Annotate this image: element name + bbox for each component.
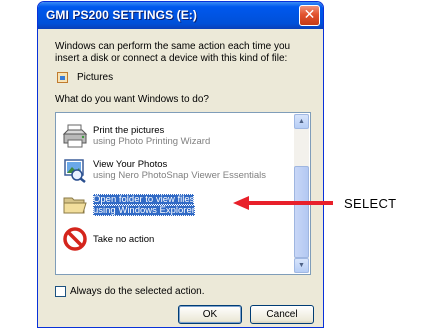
window-title: GMI PS200 SETTINGS (E:) — [46, 8, 197, 22]
action-list[interactable]: Print the pictures using Photo Printing … — [55, 112, 311, 275]
close-button[interactable]: ✕ — [299, 5, 320, 26]
no-action-icon — [63, 227, 87, 251]
action-subtitle: using Nero PhotoSnap Viewer Essentials — [93, 170, 267, 181]
action-title: Take no action — [93, 234, 155, 245]
question-text: What do you want Windows to do? — [55, 94, 209, 105]
photo-viewer-icon — [64, 159, 86, 183]
action-subtitle: using Photo Printing Wizard — [93, 136, 211, 147]
intro-text: Windows can perform the same action each… — [55, 41, 291, 64]
ok-button[interactable]: OK — [178, 305, 242, 324]
printer-icon — [62, 124, 88, 148]
always-do-checkbox[interactable] — [55, 286, 66, 297]
file-type-label: Pictures — [77, 72, 114, 83]
always-do-label[interactable]: Always do the selected action. — [70, 286, 205, 297]
action-title: Open folder to view files — [93, 194, 195, 205]
action-subtitle: using Windows Explorer — [93, 205, 195, 216]
list-scrollbar[interactable]: ▲ ▼ — [294, 114, 309, 273]
scroll-down-button[interactable]: ▼ — [294, 258, 309, 273]
list-item-view-photos[interactable]: View Your Photos using Nero PhotoSnap Vi… — [62, 157, 292, 187]
action-title: Print the pictures — [93, 125, 165, 136]
dialog-content: Windows can perform the same action each… — [41, 29, 320, 324]
settings-dialog: GMI PS200 SETTINGS (E:) ✕ Windows can pe… — [37, 1, 324, 328]
select-annotation: SELECT — [344, 196, 397, 211]
list-item-print[interactable]: Print the pictures using Photo Printing … — [62, 123, 292, 153]
scroll-thumb[interactable] — [294, 166, 309, 258]
pictures-icon — [57, 72, 68, 83]
action-title: View Your Photos — [93, 159, 168, 170]
select-arrow-icon — [233, 196, 333, 210]
cancel-button[interactable]: Cancel — [250, 305, 314, 324]
folder-icon — [63, 197, 87, 214]
list-item-no-action[interactable]: Take no action — [62, 226, 292, 256]
title-bar[interactable]: GMI PS200 SETTINGS (E:) ✕ — [38, 2, 323, 29]
scroll-up-button[interactable]: ▲ — [294, 114, 309, 129]
